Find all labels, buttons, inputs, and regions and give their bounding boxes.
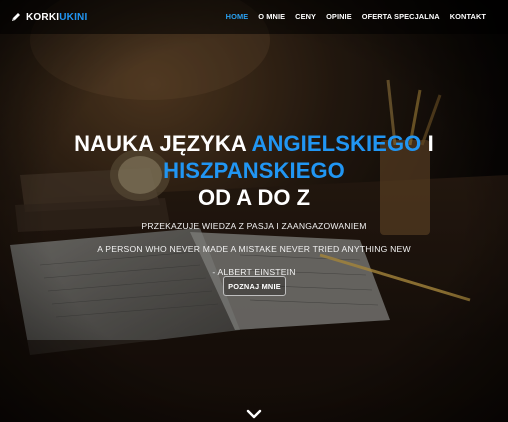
chevron-down-icon[interactable] <box>246 409 262 419</box>
heading-text-1: NAUKA JĘZYKA <box>74 131 252 156</box>
poznaj-mnie-button[interactable]: POZNAJ MNIE <box>223 276 286 296</box>
nav-item-o-mnie[interactable]: O MNIE <box>258 12 285 21</box>
brand-name-part1: KORKI <box>26 11 60 23</box>
nav-item-kontakt[interactable]: KONTAKT <box>450 12 486 21</box>
heading-highlight-spanish: HISZPANSKIEGO <box>163 158 345 183</box>
nav-item-ceny[interactable]: CENY <box>295 12 316 21</box>
heading-highlight-english: ANGIELSKIEGO <box>251 131 422 156</box>
pencil-icon <box>12 13 20 21</box>
top-navbar: KORKI UKINI HOME O MNIE CENY OPINIE OFERT… <box>0 0 508 34</box>
hero-subheading: OD A DO Z <box>197 185 311 210</box>
main-menu: HOME O MNIE CENY OPINIE OFERTA SPECJALNA… <box>226 12 486 21</box>
nav-item-oferta-specjalna[interactable]: OFERTA SPECJALNA <box>362 12 440 21</box>
hero-quote: A PERSON WHO NEVER MADE A MISTAKE NEVER … <box>97 244 411 254</box>
nav-item-home[interactable]: HOME <box>226 12 249 21</box>
hero-heading: NAUKA JĘZYKA ANGIELSKIEGO I HISZPANSKIEG… <box>0 130 508 184</box>
brand-name-part2: UKINI <box>59 11 88 23</box>
hero-tagline: PRZEKAZUJE WIEDZA Z PASJA I ZAANGAZOWANI… <box>141 221 367 231</box>
heading-text-2: I <box>421 131 434 156</box>
brand-logo[interactable]: KORKI UKINI <box>10 10 87 24</box>
nav-item-opinie[interactable]: OPINIE <box>326 12 352 21</box>
hero-content: NAUKA JĘZYKA ANGIELSKIEGO I HISZPANSKIEG… <box>0 130 508 277</box>
